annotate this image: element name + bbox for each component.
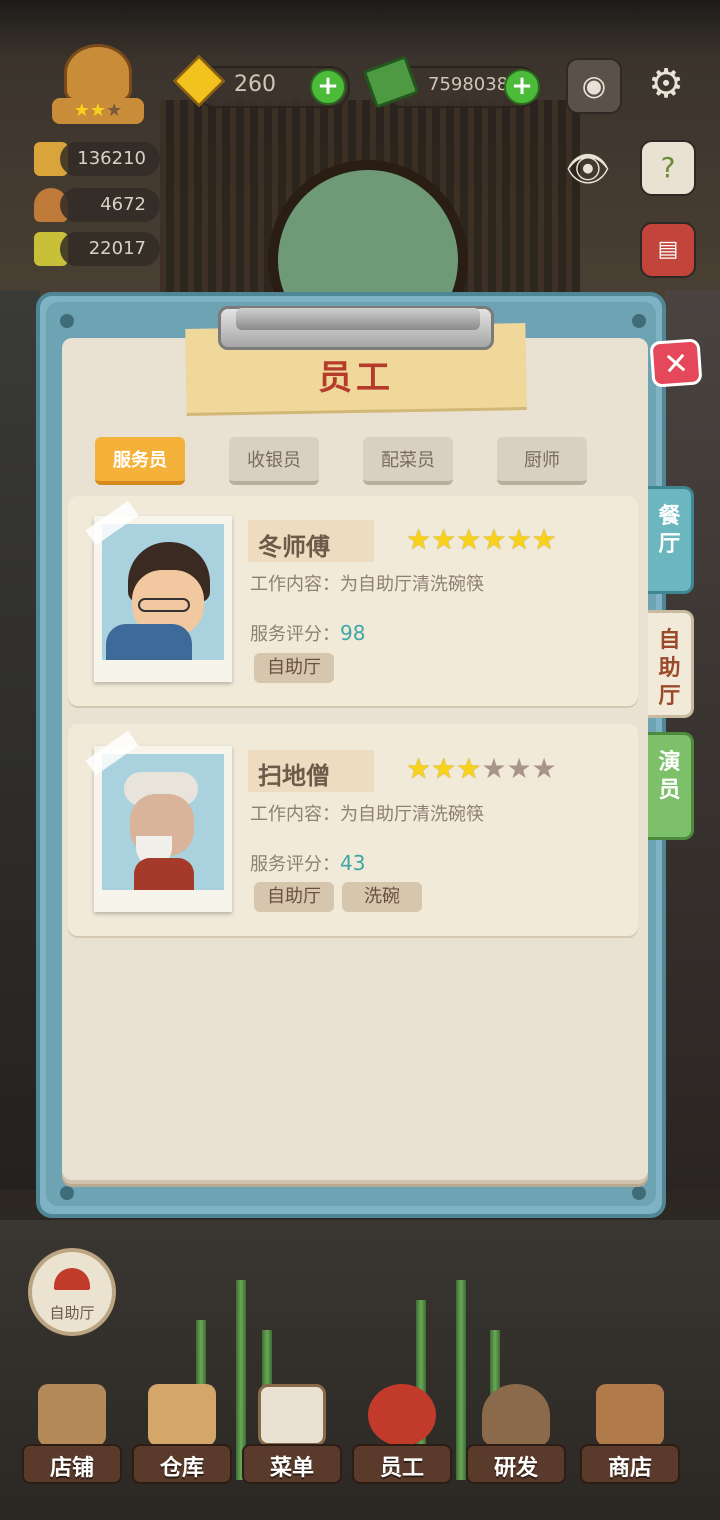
- portrait-robe: [106, 624, 192, 660]
- gear-icon[interactable]: ⚙: [640, 58, 692, 110]
- staff-name: 扫地僧: [258, 762, 330, 790]
- star-icon: ★: [531, 523, 557, 556]
- side-tab-actor[interactable]: 演 员: [648, 732, 694, 840]
- crown-icon: [64, 44, 132, 102]
- work-content-label: 工作内容：: [250, 574, 340, 595]
- star-icon: ★: [431, 752, 457, 785]
- star-icon: ★: [106, 100, 123, 121]
- tag-badge: 自助厅: [254, 653, 334, 683]
- star-icon: ★: [481, 752, 507, 785]
- star-icon: ★: [481, 523, 507, 556]
- tag-badge: 洗碗: [342, 882, 422, 912]
- shop-icon: [38, 1384, 106, 1446]
- camera-icon[interactable]: ◉: [566, 58, 622, 114]
- pot-icon: [482, 1384, 550, 1446]
- cloche-icon: [54, 1268, 90, 1290]
- tab-cashier[interactable]: 收银员: [229, 437, 319, 485]
- eye-icon[interactable]: 👁: [562, 144, 614, 196]
- service-score-value: 43: [340, 851, 366, 875]
- help-book-icon[interactable]: ?: [640, 140, 696, 196]
- menu-board-icon: [258, 1384, 326, 1446]
- star-icon: ★: [506, 752, 532, 785]
- rank-stars: ★★★: [52, 98, 144, 124]
- nav-research-label: 研发: [493, 1456, 538, 1481]
- left-scene-strip: [0, 290, 40, 1190]
- staff-portrait: [102, 524, 224, 660]
- staff-portrait-frame: [94, 516, 232, 682]
- recipe-book-icon[interactable]: ▤: [640, 222, 696, 278]
- stat-1: 136210: [60, 142, 160, 176]
- rivet: [632, 1186, 646, 1200]
- cash-count: 7598038: [428, 74, 509, 95]
- nav-shop-label: 店铺: [49, 1456, 94, 1481]
- star-icon: ★: [531, 752, 557, 785]
- star-icon: ★: [506, 523, 532, 556]
- store-icon: [596, 1384, 664, 1446]
- service-score-label: 服务评分：: [250, 854, 340, 875]
- panel-title: 员工: [318, 358, 394, 398]
- service-score: 服务评分：98: [250, 620, 365, 646]
- service-score: 服务评分：43: [250, 850, 365, 876]
- nav-staff[interactable]: 员工: [352, 1380, 452, 1500]
- staff-name: 冬师傅: [258, 533, 330, 561]
- nav-menu[interactable]: 菜单: [242, 1380, 342, 1500]
- star-rating: ★★★★★★: [406, 526, 596, 554]
- star-icon: ★: [406, 523, 432, 556]
- side-tab-buffet[interactable]: 自 助 厅: [648, 610, 694, 718]
- work-content-value: 为自助厅清洗碗筷: [340, 574, 484, 595]
- portrait-robe: [134, 858, 194, 890]
- work-content: 工作内容：为自助厅清洗碗筷: [250, 570, 484, 596]
- staff-portrait: [102, 754, 224, 890]
- nav-staff-label: 员工: [379, 1456, 424, 1481]
- staff-icon: [368, 1384, 436, 1446]
- stat-3: 22017: [60, 232, 160, 266]
- rank-badge[interactable]: ★★★: [38, 44, 158, 128]
- nav-shop[interactable]: 店铺: [22, 1380, 122, 1500]
- rivet: [60, 1186, 74, 1200]
- star-icon: ★: [456, 523, 482, 556]
- nav-store[interactable]: 商店: [580, 1380, 680, 1500]
- nav-warehouse[interactable]: 仓库: [132, 1380, 232, 1500]
- tab-chef[interactable]: 厨师: [497, 437, 587, 485]
- gem-count: 260: [234, 72, 276, 97]
- add-gems-button[interactable]: +: [310, 69, 346, 105]
- clipboard-clip-top: [236, 308, 480, 330]
- star-icon: ★: [456, 752, 482, 785]
- close-icon: ✕: [662, 346, 690, 383]
- crate-icon: [148, 1384, 216, 1446]
- bamboo-decoration: [456, 1280, 466, 1480]
- stat-2: 4672: [60, 188, 160, 222]
- tab-prep-cook[interactable]: 配菜员: [363, 437, 453, 485]
- buffet-venue-label: 自助厅: [49, 1304, 95, 1322]
- side-tab-actor-label: 演 员: [658, 750, 681, 803]
- star-icon: ★: [406, 752, 432, 785]
- tab-waiter[interactable]: 服务员: [95, 437, 185, 485]
- rivet: [60, 314, 74, 328]
- staff-portrait-frame: [94, 746, 232, 912]
- nav-store-label: 商店: [607, 1456, 652, 1481]
- glasses-icon: [138, 598, 190, 612]
- side-tab-restaurant-label: 餐 厅: [658, 504, 681, 557]
- nav-menu-label: 菜单: [269, 1456, 314, 1481]
- side-tab-restaurant[interactable]: 餐 厅: [648, 486, 694, 594]
- star-rating: ★★★★★★: [406, 755, 596, 783]
- side-tab-buffet-label: 自 助 厅: [658, 628, 681, 709]
- tag-badge: 自助厅: [254, 882, 334, 912]
- nav-research[interactable]: 研发: [466, 1380, 566, 1500]
- star-icon: ★: [431, 523, 457, 556]
- add-cash-button[interactable]: +: [504, 69, 540, 105]
- rivet: [632, 314, 646, 328]
- service-score-value: 98: [340, 621, 366, 645]
- nav-warehouse-label: 仓库: [159, 1456, 204, 1481]
- work-content-label: 工作内容：: [250, 804, 340, 825]
- work-content-value: 为自助厅清洗碗筷: [340, 804, 484, 825]
- close-button[interactable]: ✕: [649, 338, 703, 388]
- service-score-label: 服务评分：: [250, 624, 340, 645]
- work-content: 工作内容：为自助厅清洗碗筷: [250, 800, 484, 826]
- star-icon: ★: [73, 100, 90, 121]
- star-icon: ★: [89, 100, 107, 121]
